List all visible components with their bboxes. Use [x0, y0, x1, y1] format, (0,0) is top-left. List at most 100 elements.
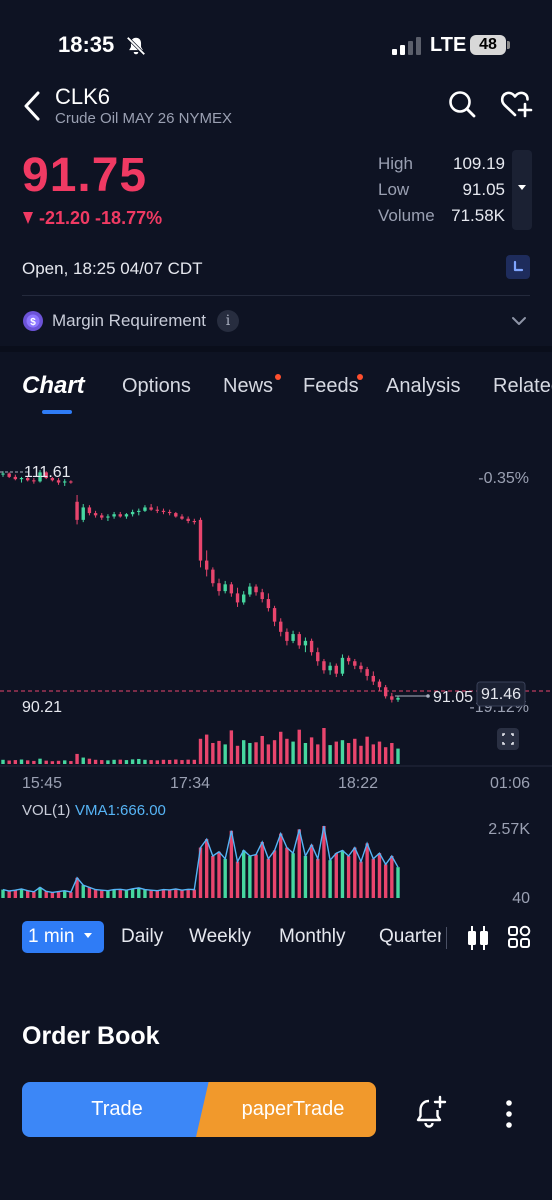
volume-bar — [340, 850, 345, 898]
tab-chart[interactable]: Chart — [22, 372, 85, 400]
add-to-watchlist-icon[interactable] — [500, 88, 534, 120]
candle — [254, 584, 258, 596]
more-options-icon[interactable] — [500, 1098, 518, 1130]
volume-bar — [93, 889, 98, 898]
volume-indicator-label: VOL(1) — [22, 802, 70, 819]
overlay-volume-bar — [81, 757, 85, 764]
overlay-volume-bar — [143, 759, 147, 764]
back-icon[interactable] — [22, 90, 42, 122]
volume-bar — [217, 851, 221, 898]
status-bar: 18:35 LTE 48 — [0, 0, 552, 90]
order-book-title: Order Book — [22, 1022, 160, 1050]
section-separator — [0, 346, 552, 352]
candle — [143, 505, 147, 512]
candle — [383, 684, 388, 699]
signal-icon — [392, 37, 421, 55]
last-price-tag-value: 91.46 — [481, 686, 521, 703]
overlay-volume-bar — [118, 759, 122, 764]
overlay-volume-bar — [161, 759, 166, 764]
status-time: 18:35 — [58, 32, 115, 57]
candle — [272, 605, 277, 627]
instrument-symbol: CLK6 — [55, 84, 111, 109]
volume-bar — [56, 891, 61, 898]
overlay-volume-bar — [334, 741, 338, 764]
overlay-volume-bar — [137, 758, 141, 764]
overlay-volume-bar — [204, 734, 209, 764]
volume-bar — [149, 890, 153, 898]
indicators-grid-icon[interactable] — [507, 925, 531, 949]
tab-options[interactable]: Options — [122, 375, 191, 398]
candle — [260, 588, 264, 603]
tab-analysis[interactable]: Analysis — [386, 375, 460, 398]
x-tick-0: 15:45 — [22, 775, 62, 792]
chevron-down-icon[interactable] — [510, 312, 528, 330]
overlay-volume-bar — [7, 760, 11, 764]
period-1min-selector[interactable]: 1 min — [22, 921, 104, 953]
candle — [371, 671, 376, 685]
candle — [112, 511, 116, 519]
volume-bar — [63, 890, 67, 898]
overlay-volume-bar — [272, 740, 277, 764]
clock-icon[interactable] — [506, 255, 530, 279]
candle — [19, 476, 24, 483]
overlay-volume-bar — [316, 744, 320, 764]
period-quarterly[interactable]: Quarterly — [379, 926, 441, 948]
volume-bar — [390, 855, 394, 898]
search-icon[interactable] — [448, 90, 476, 118]
margin-requirement-label[interactable]: Margin Requirement — [52, 311, 206, 331]
period-weekly[interactable]: Weekly — [189, 926, 251, 948]
candlestick-icon[interactable] — [466, 925, 490, 951]
overlay-volume-bar — [260, 735, 264, 764]
candle — [161, 508, 166, 515]
volume-bar — [155, 890, 159, 898]
add-alert-icon[interactable] — [415, 1095, 449, 1129]
overlay-volume-bar — [56, 760, 61, 764]
overlay-volume-bar — [167, 759, 172, 764]
battery-tip — [507, 41, 510, 49]
price-change: -21.20 -18.77% — [22, 208, 162, 229]
overlay-volume-bar — [291, 741, 295, 764]
x-tick-2: 18:22 — [338, 775, 378, 792]
volume-max-label: 2.57K — [488, 821, 530, 838]
volume-bar — [174, 889, 178, 898]
period-active-label: 1 min — [28, 926, 75, 947]
overlay-volume-bar — [303, 742, 308, 764]
period-monthly[interactable]: Monthly — [279, 926, 346, 948]
overlay-volume-bar — [44, 760, 48, 764]
caret-down-icon — [518, 185, 526, 190]
candle — [279, 618, 283, 637]
period-daily[interactable]: Daily — [121, 926, 163, 948]
price-chart[interactable]: 111.61 91.05 90.21 -0.35% -19.12% 91.46 … — [0, 420, 552, 920]
volume-bar — [353, 847, 357, 898]
overlay-volume-bar — [149, 760, 153, 764]
overlay-volume-bar — [174, 759, 178, 764]
volume-bar — [229, 830, 234, 898]
candle — [229, 582, 234, 597]
overlay-volume-bar — [309, 737, 314, 764]
overlay-volume-bar — [211, 742, 215, 764]
tab-feeds[interactable]: Feeds — [303, 375, 359, 398]
candle — [334, 663, 338, 678]
tab-news[interactable]: News — [223, 375, 273, 398]
overlay-volume-bar — [217, 740, 221, 764]
candle — [346, 655, 351, 665]
overlay-volume-bar — [19, 759, 24, 764]
overlay-volume-bar — [279, 731, 283, 764]
overlay-volume-bar — [248, 742, 252, 764]
overlay-volume-bar — [396, 748, 400, 764]
overlay-volume-bar — [359, 745, 363, 764]
tab-related[interactable]: Related — [493, 375, 552, 398]
trade-button[interactable]: Trade — [22, 1082, 212, 1137]
volume-bar — [235, 861, 240, 898]
paper-trade-button[interactable]: paperTrade — [196, 1082, 376, 1137]
volume-bar — [272, 850, 277, 898]
overlay-volume-bar — [130, 759, 135, 764]
volume-bar — [112, 889, 116, 898]
info-icon[interactable]: i — [217, 310, 239, 332]
volume-bar — [143, 889, 147, 898]
overlay-volume-bar — [155, 760, 159, 764]
fullscreen-icon[interactable] — [497, 728, 519, 750]
overlay-volume-bar — [229, 730, 234, 764]
pct-top-label: -0.35% — [478, 470, 529, 487]
volume-bar — [396, 867, 400, 898]
